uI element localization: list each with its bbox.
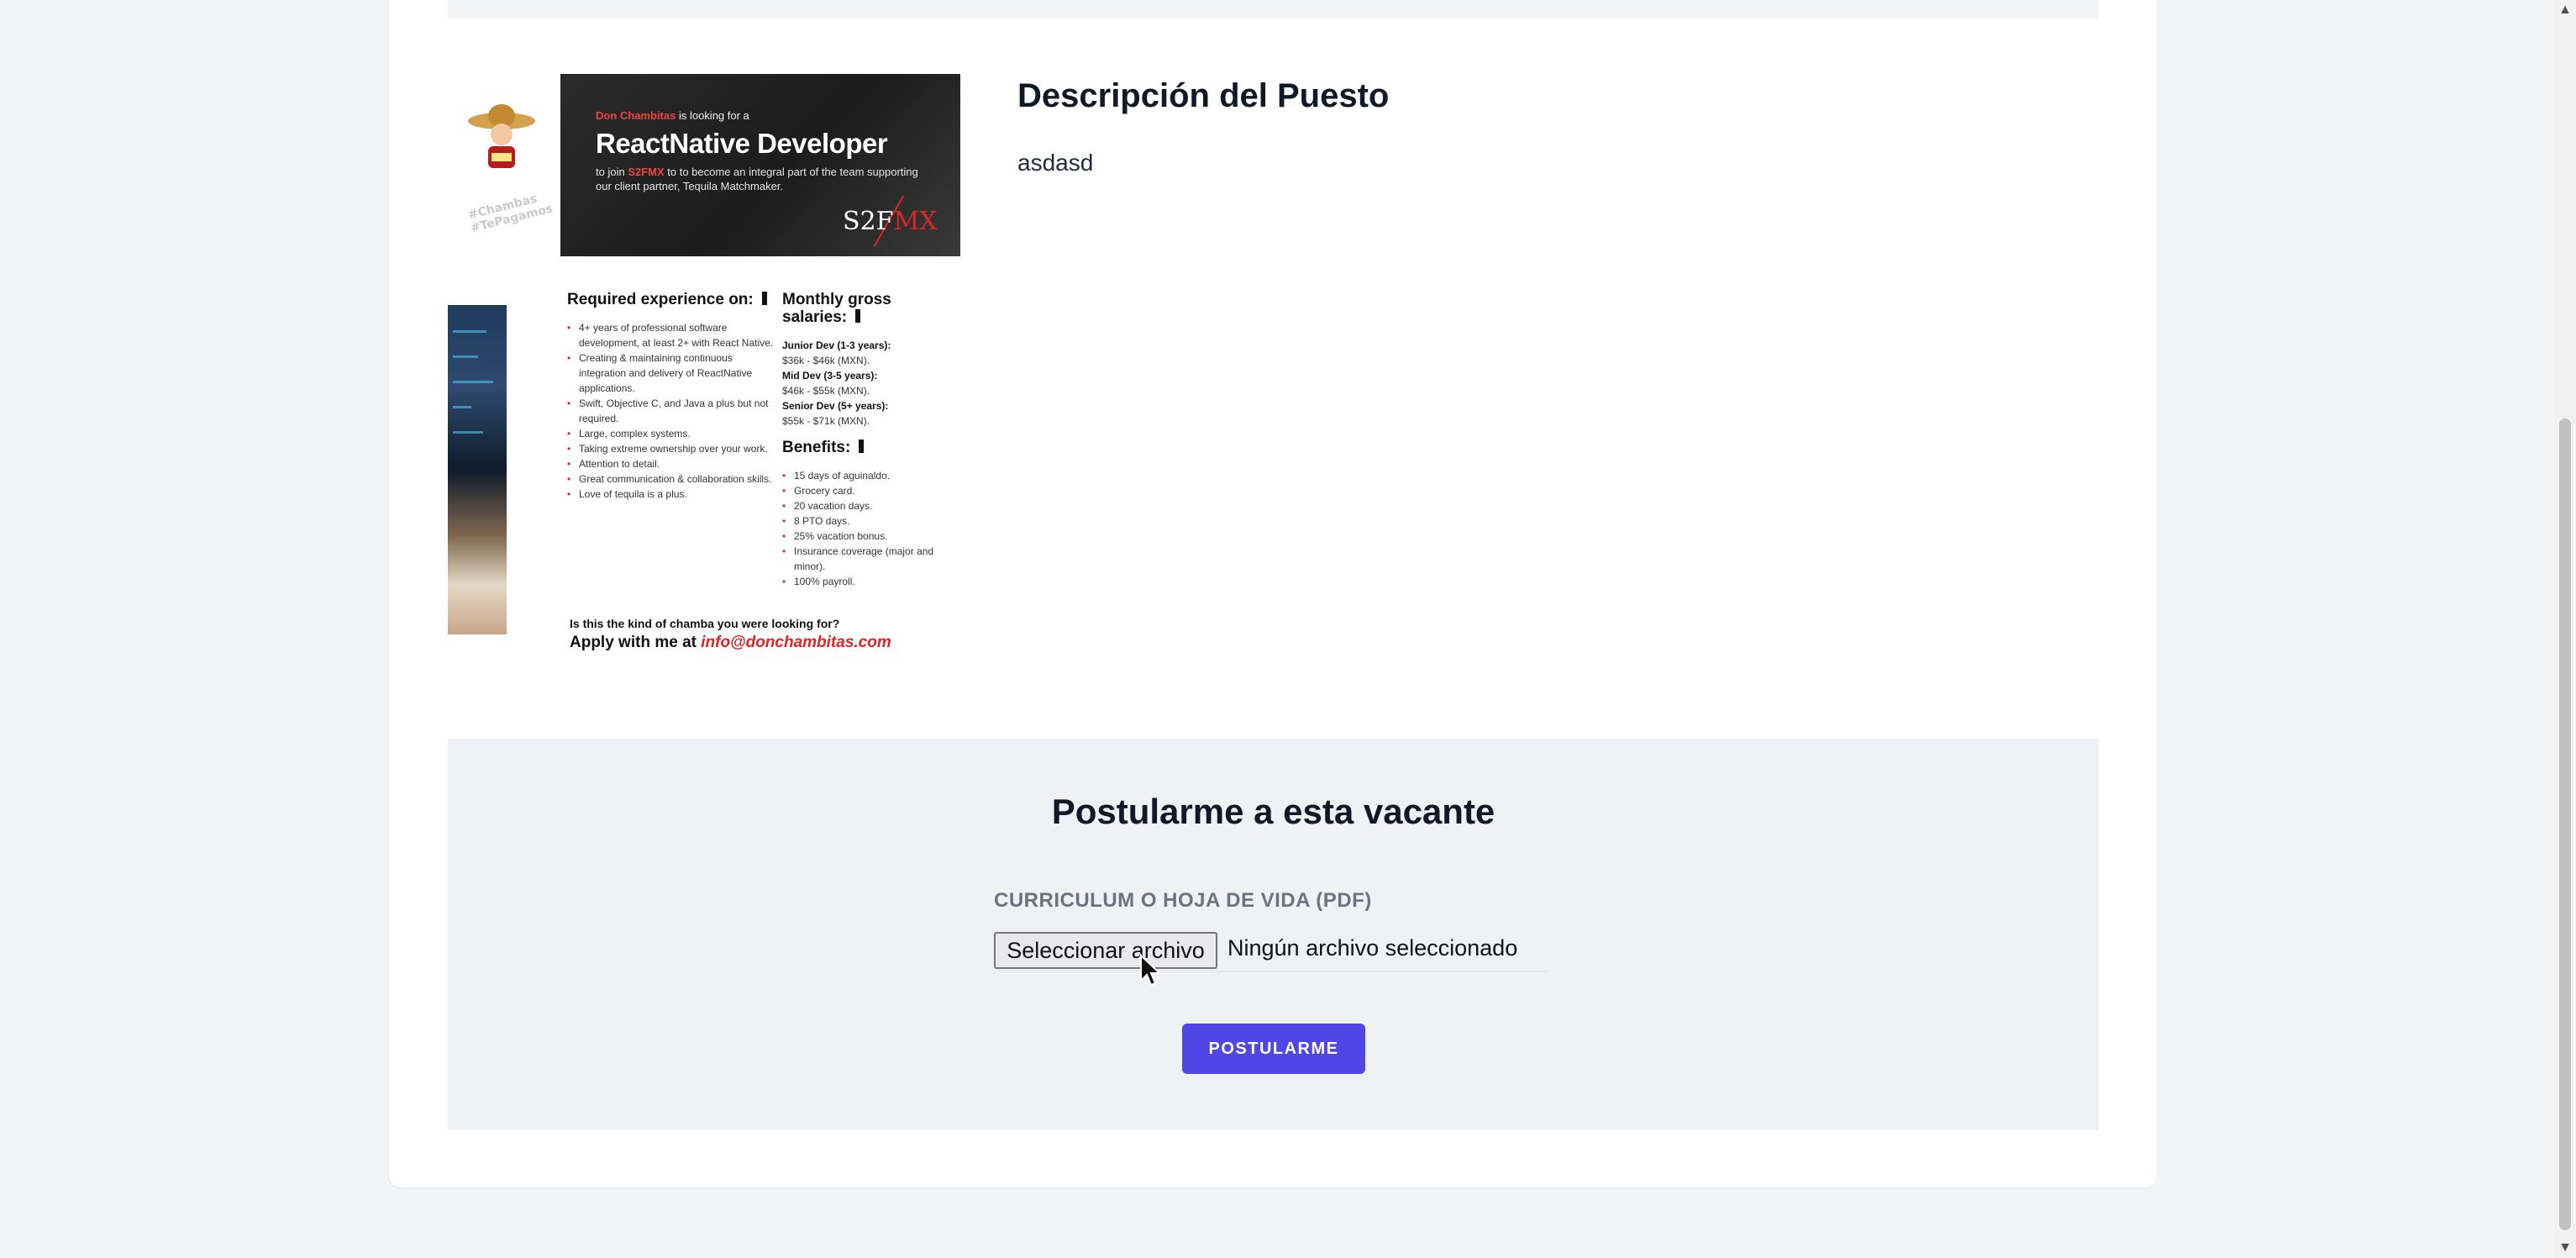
apply-title: Postularme a esta vacante <box>1051 792 1496 831</box>
benefit-item: 8 PTO days. <box>782 513 950 529</box>
flyer-role-title: ReactNative Developer <box>596 128 888 159</box>
flyer-apply-line: Apply with me at info@donchambitas.com <box>570 634 891 651</box>
required-experience-column: Required experience on: 4+ years of prof… <box>567 291 777 502</box>
required-item: Great communication & collaboration skil… <box>567 471 777 487</box>
benefit-item: Insurance coverage (major and minor). <box>782 544 950 574</box>
required-item: Creating & maintaining continuous integr… <box>567 350 777 396</box>
coding-photo <box>448 305 507 634</box>
scroll-up-icon[interactable]: ▲ <box>2554 0 2576 20</box>
required-item: Love of tequila is a plus. <box>567 487 777 502</box>
salary-item: Junior Dev (1-3 years): $36k - $46k (MXN)… <box>782 340 891 366</box>
don-chambitas-mascot-icon <box>468 104 535 168</box>
flyer-intro: to join S2FMX to to become an integral p… <box>596 166 918 192</box>
page-scrollbar[interactable]: ▲ ▼ <box>2554 0 2576 1258</box>
cv-field-label: CURRICULUM O HOJA DE VIDA (PDF) <box>994 889 1372 912</box>
flyer-banner: Don Chambitas is looking for a ReactNati… <box>560 74 960 256</box>
salary-list: Junior Dev (1-3 years): $36k - $46k (MXN)… <box>782 338 950 429</box>
benefits-heading: Benefits: <box>782 439 950 456</box>
apply-submit-button[interactable]: POSTULARME <box>1182 1024 1365 1074</box>
flyer-brand: Don Chambitas <box>596 109 676 122</box>
flyer-hashtag: #Chambas #TePagamos <box>466 192 555 236</box>
required-item: Taking extreme ownership over your work. <box>567 441 777 456</box>
benefit-item: 15 days of aguinaldo. <box>782 468 950 483</box>
select-file-button[interactable]: Seleccionar archivo <box>994 932 1217 969</box>
benefit-item: 100% payroll. <box>782 574 950 589</box>
scroll-down-icon[interactable]: ▼ <box>2554 1238 2576 1258</box>
s2fmx-logo: S2FMX <box>843 207 938 236</box>
flyer-email: info@donchambitas.com <box>701 634 891 651</box>
job-flyer-image: #Chambas #TePagamos Don Chambitas is loo… <box>448 74 960 662</box>
salaries-column: Monthly gross salaries: Junior Dev (1-3 … <box>782 291 950 589</box>
cv-file-input[interactable]: Seleccionar archivo Ningún archivo selec… <box>994 932 1548 972</box>
required-heading: Required experience on: <box>567 291 777 308</box>
mouse-pointer-icon <box>1140 954 1162 987</box>
benefit-item: Grocery card. <box>782 483 950 498</box>
required-item: 4+ years of professional software develo… <box>567 320 777 350</box>
required-list: 4+ years of professional software develo… <box>567 320 777 502</box>
salaries-heading: Monthly gross salaries: <box>782 291 891 326</box>
description-body: asdasd <box>1017 150 1094 176</box>
description-title: Descripción del Puesto <box>1017 77 1390 114</box>
required-item: Attention to detail. <box>567 456 777 471</box>
scroll-thumb[interactable] <box>2559 418 2571 1230</box>
top-section-divider <box>448 0 2099 18</box>
required-item: Swift, Objective C, and Java a plus but … <box>567 396 777 426</box>
benefit-item: 20 vacation days. <box>782 498 950 513</box>
required-item: Large, complex systems. <box>567 426 777 441</box>
salary-item: Senior Dev (5+ years): $55k - $71k (MXN). <box>782 400 889 427</box>
benefits-list: 15 days of aguinaldo.Grocery card.20 vac… <box>782 468 950 589</box>
benefit-item: 25% vacation bonus. <box>782 529 950 544</box>
file-status-text: Ningún archivo seleccionado <box>1228 935 1518 961</box>
flyer-question: Is this the kind of chamba you were look… <box>570 617 840 630</box>
salary-item: Mid Dev (3-5 years): $46k - $55k (MXN). <box>782 370 878 397</box>
apply-panel: Postularme a esta vacante CURRICULUM O H… <box>448 739 2099 1130</box>
